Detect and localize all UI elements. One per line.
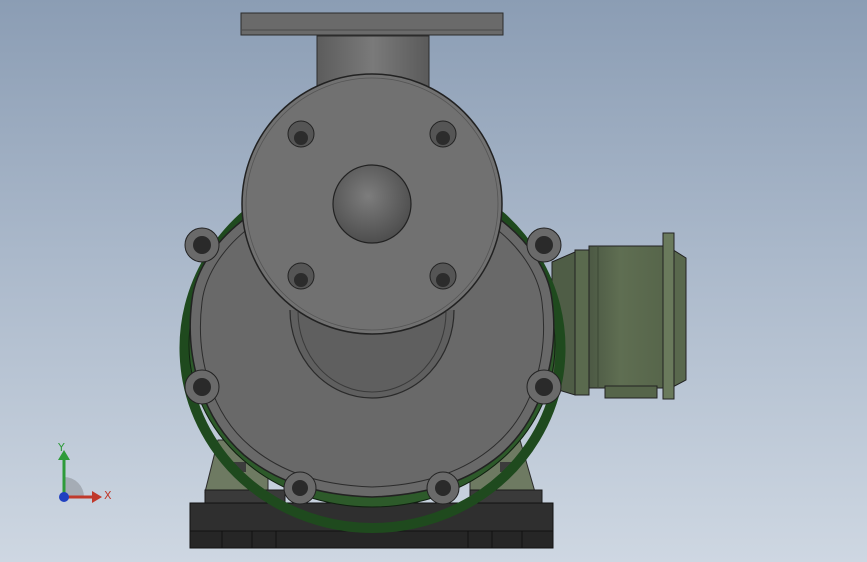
- y-axis-label: Y: [58, 441, 65, 454]
- motor-housing: [551, 232, 687, 400]
- x-axis-arrow: [92, 491, 102, 503]
- z-axis-dot: [59, 492, 69, 502]
- suction-flange: [241, 73, 503, 335]
- view-orientation-triad[interactable]: Y X: [48, 440, 118, 510]
- cad-viewport[interactable]: Y X: [0, 0, 867, 562]
- pump-model[interactable]: [0, 0, 867, 562]
- x-axis-label: X: [104, 489, 112, 502]
